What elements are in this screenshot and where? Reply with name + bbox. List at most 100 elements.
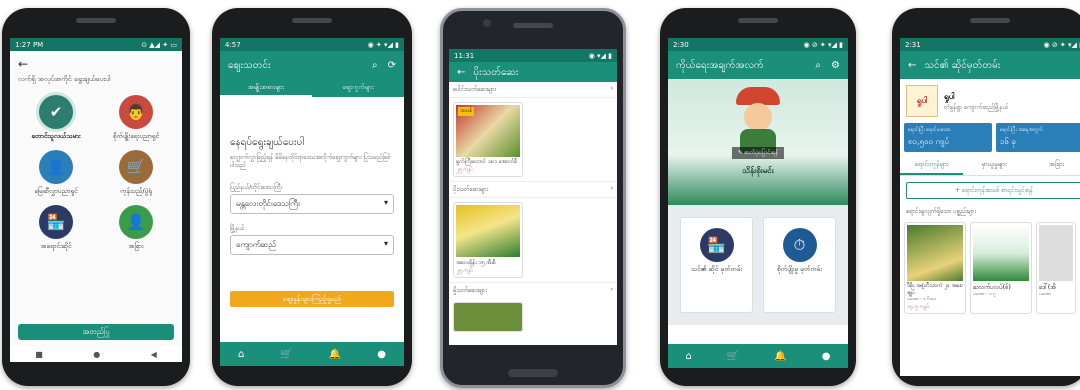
role-other[interactable]: 👤 အခြား <box>96 205 176 252</box>
add-product-button[interactable]: + ရောင်းကုန်အသစ် စာရင်းသွင်းရန် <box>906 182 1080 199</box>
role-farmer[interactable]: ✔ တောင်သူလယ်သမား <box>16 95 96 142</box>
bell-icon[interactable]: 🔔 <box>774 351 786 362</box>
chevron-right-icon: › <box>610 85 613 92</box>
tab-products[interactable]: ရောင်းကုန်များ <box>900 160 963 175</box>
role-trader[interactable]: 🛒 ကုန်သည်/ပွဲရုံ <box>96 150 176 197</box>
section-label: မှိုသတ်ဆေးများ <box>453 287 487 295</box>
tile-farming-records[interactable]: ⏱ စိုက်ပျိုးမှု မှတ်တမ်း <box>763 217 836 313</box>
search-icon[interactable]: ⌕ <box>372 60 378 71</box>
township-value: ကျောက်ဆည် <box>236 239 277 249</box>
status-time: 1:27 PM <box>15 40 44 49</box>
profile-header: ✎ ဓာတ်ပုံပြောင်းရန် သိန်းစိုးမင်း <box>668 79 848 205</box>
status-bar: 2:30 ◉ ⊘ ✦ ▾◢ ▮ <box>668 38 848 51</box>
face <box>744 103 772 131</box>
role-soil-expert[interactable]: 👤 မြေဆီလွှာပညာရှင် <box>16 150 96 197</box>
back-icon[interactable]: ◀ <box>151 350 157 359</box>
tab-categories[interactable]: အမျိုးအစားများ <box>220 79 312 97</box>
role-grid: ✔ တောင်သူလယ်သမား 👨 စိုက်ပျိုးရေးပညာရှင် … <box>10 91 182 256</box>
back-arrow-icon[interactable]: ← <box>908 60 916 71</box>
system-nav-bar: ■ ● ◀ <box>10 346 182 362</box>
section-insecticides[interactable]: ပိုးသတ်ဆေးများ › <box>449 181 617 199</box>
home-icon[interactable]: ⌂ <box>238 349 244 360</box>
status-time: 4:57 <box>225 40 241 49</box>
cart-icon[interactable]: 🛒 <box>727 351 739 362</box>
product-card[interactable]: အသစ် ရွက်ကြီးတောင် ၁၈၁ အောက်စီ ၂၅ ကျပ် <box>453 102 523 178</box>
township-select[interactable]: ကျောက်ဆည် ▾ <box>230 234 394 255</box>
profile-icon[interactable]: ● <box>377 349 386 360</box>
home-icon[interactable]: ⌂ <box>686 351 692 362</box>
stat-sales-count: ရောင်းပြီး အရေအတွက် ၁၆ ခု <box>996 123 1080 152</box>
home-icon[interactable]: ● <box>93 350 100 359</box>
bell-icon[interactable]: 🔔 <box>329 349 341 360</box>
products-header[interactable]: ရောင်းချလျက်ရှိသော ပစ္စည်းများ › <box>900 205 1080 218</box>
gear-icon[interactable]: ⚙ <box>831 60 840 71</box>
product-image: အသစ် <box>456 105 520 157</box>
shop-icon: 🏪 <box>39 205 73 239</box>
page-title: ပိုးသတ်ဆေး <box>473 66 519 78</box>
tile-grid: 🏪 သင်၏ ဆိုင် မှတ်တမ်း ⏱ စိုက်ပျိုးမှု မှ… <box>668 205 848 325</box>
view-prices-button[interactable]: ဈေးနှုန်းများကြည့်ရှုမည် <box>230 290 394 307</box>
shop-info: ရှုပါ ရှုပါ တံခွန်ရွာ ကျောက်ဆည်မြို့နယ် <box>900 79 1080 123</box>
phone-shop-records: 2:31 ◉ ⊘ ✦ ▾◢ ▮ ← သင်၏ ဆိုင်မှတ်တမ်း ရှု… <box>892 8 1080 386</box>
section-label: ပေါင်းသတ်ဆေးများ <box>453 86 496 93</box>
products-header-label: ရောင်းချလျက်ရှိသော ပစ္စည်းများ <box>906 208 976 215</box>
tab-markets[interactable]: ဈေးကွက်များ <box>312 79 404 97</box>
profile-icon[interactable]: ● <box>822 351 831 362</box>
phone-role-select: 1:27 PM ⊙ ▲◢ ✦ ▭ ← လက်ရှိ အလုပ်အကိုင် ရွ… <box>2 8 190 386</box>
section-label: ပိုးသတ်ဆေးများ <box>453 186 489 194</box>
back-arrow-icon[interactable]: ← <box>18 57 174 71</box>
app-bar: ← သင်၏ ဆိုင်မှတ်တမ်း <box>900 51 1080 79</box>
status-icons: ◉ ▾◢ ▮ <box>588 51 612 60</box>
product-card[interactable]: ဆလက်ပလပ်(စ်) ပမာဏ - ၁ ဂူ <box>970 222 1032 315</box>
role-agronomist[interactable]: 👨 စိုက်ပျိုးရေးပညာရှင် <box>96 95 176 142</box>
section-fungicides[interactable]: မှိုသတ်ဆေးများ › <box>449 282 617 298</box>
product-card[interactable]: အလေရှိန်း ၁၅ အီးစီ ၂၅ ကျပ် <box>453 202 523 279</box>
cart-icon[interactable]: 🛒 <box>280 349 292 360</box>
agronomist-icon: 👨 <box>119 95 153 129</box>
phone-market-prices: 4:57 ◉ ✦ ▾◢ ▮ ဈေးသတင်း ⌕ ⟳ အမျိုးအစားမျာ… <box>212 8 412 386</box>
form-subtext: လျှောက်လွှာဖြည့်ရန် မိမိနေထိုင်ရာဒေသအလို… <box>230 154 391 170</box>
product-image <box>907 225 963 281</box>
new-badge: အသစ် <box>458 107 475 116</box>
region-select[interactable]: မန္တလေးတိုင်းဒေသကြီး ▾ <box>230 193 394 214</box>
bottom-nav: ⌂ 🛒 🔔 ● <box>668 344 848 368</box>
stat-value: ၁၆ ခု <box>1000 137 1017 146</box>
product-name: ရွက်ကြီးတောင် ၁၈၁ အောက်စီ <box>456 159 518 165</box>
tab-other[interactable]: အခြား <box>1025 160 1080 175</box>
back-arrow-icon[interactable]: ← <box>457 67 465 78</box>
speaker <box>513 23 553 28</box>
product-price: ၂၅ ကျပ် <box>456 167 473 174</box>
role-label: တောင်သူလယ်သမား <box>31 132 81 140</box>
phone-profile: 2:30 ◉ ⊘ ✦ ▾◢ ▮ ကိုယ်ရေးအချက်အလက် ⌕ ⚙ ✎ … <box>660 8 856 386</box>
recent-apps-icon[interactable]: ■ <box>35 350 43 359</box>
status-bar: 1:27 PM ⊙ ▲◢ ✦ ▭ <box>10 38 182 51</box>
product-card[interactable] <box>453 302 523 333</box>
product-card[interactable]: ဒေါ်(အိ ပမာဏ <box>1036 222 1076 315</box>
change-photo-button[interactable]: ✎ ဓာတ်ပုံပြောင်းရန် <box>731 147 785 159</box>
search-icon[interactable]: ⌕ <box>815 60 821 71</box>
chevron-right-icon: › <box>610 185 613 193</box>
section-herbicides[interactable]: ပေါင်းသတ်ဆေးများ › <box>449 82 617 98</box>
shop-address: တံခွန်ရွာ ကျောက်ဆည်မြို့နယ် <box>944 103 1009 111</box>
product-image <box>1039 225 1073 281</box>
refresh-icon[interactable]: ⟳ <box>388 60 396 71</box>
product-card[interactable]: ဒီစိုး အနံ့တီသာကဲ ၂၀ အစေချုပ် ပမာဏ - ၁ ပ… <box>904 222 966 315</box>
confirm-button[interactable]: အတည်ပြု <box>18 324 174 340</box>
soil-expert-icon: 👤 <box>39 150 73 184</box>
page-title: သင်၏ ဆိုင်မှတ်တမ်း <box>924 59 1001 71</box>
app-bar: ← ပိုးသတ်ဆေး <box>449 62 617 82</box>
form-heading: နေရပ်ရွေးချယ်ပေးပါ <box>230 137 304 148</box>
role-shop[interactable]: 🏪 အရောင်းဆိုင် <box>16 205 96 252</box>
tab-orders[interactable]: မှာယူမှုများ <box>963 160 1026 175</box>
stat-sales-amount: ရောင်းပြီး ရောင်းပမာဏ ၈၁,၅၀၀ ကျပ် <box>904 123 992 152</box>
page-title: ဈေးသတင်း <box>228 59 271 71</box>
page-header: လက်ရှိ အလုပ်အကိုင် ရွေးချယ်ပေးပါ <box>18 75 111 83</box>
product-qty: ပမာဏ - ၁ ဂူ <box>973 292 996 297</box>
phone-pesticides: 11:31 ◉ ▾◢ ▮ ← ပိုးသတ်ဆေး ပေါင်းသတ်ဆေးမျ… <box>440 8 626 388</box>
speaker <box>738 18 778 23</box>
field-label-region: ပြည်နယ်/တိုင်းဒေသကြီး <box>230 183 283 191</box>
tile-shop-records[interactable]: 🏪 သင်၏ ဆိုင် မှတ်တမ်း <box>680 217 753 313</box>
home-button[interactable] <box>508 369 558 377</box>
product-price: ၂၅ ကျပ် <box>456 268 473 275</box>
status-time: 2:31 <box>905 40 921 49</box>
